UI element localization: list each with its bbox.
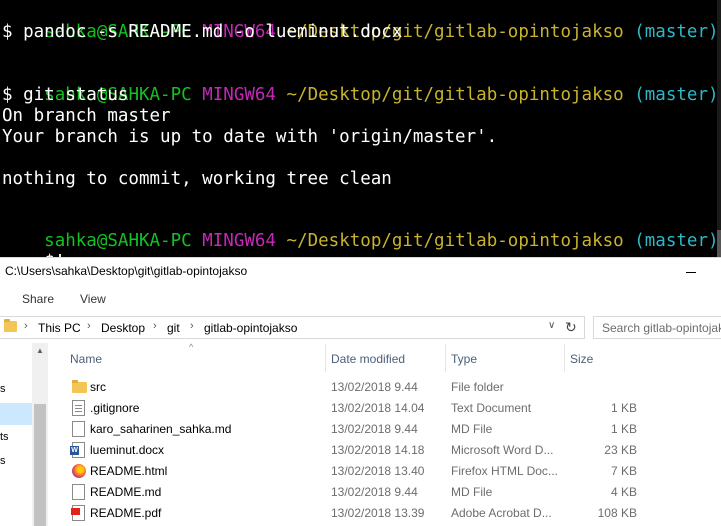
file-date: 13/02/2018 14.18 — [331, 443, 425, 457]
prompt-path: ~/Desktop/git/gitlab-opintojakso — [286, 85, 624, 105]
text-document-icon — [72, 400, 85, 416]
file-name: README.html — [90, 464, 168, 478]
firefox-html-icon — [72, 464, 86, 478]
prompt-user: sahka@SAHKA-PC — [44, 231, 192, 251]
file-date: 13/02/2018 9.44 — [331, 380, 418, 394]
file-size: 23 KB — [604, 443, 637, 457]
output-line: On branch master — [2, 106, 171, 126]
column-header-date-modified[interactable]: Date modified — [331, 352, 405, 366]
minimize-button[interactable] — [676, 262, 706, 280]
word-document-icon — [70, 442, 85, 458]
command-line: $ git status — [2, 85, 129, 105]
file-type: Microsoft Word D... — [451, 443, 554, 457]
file-row[interactable]: .gitignore 13/02/2018 14.04 Text Documen… — [68, 397, 721, 418]
file-icon — [72, 484, 85, 500]
nav-item[interactable]: ts — [0, 431, 9, 443]
file-date: 13/02/2018 9.44 — [331, 485, 418, 499]
file-name: README.md — [90, 485, 162, 499]
search-input[interactable]: Search gitlab-opintojakso — [593, 316, 721, 339]
breadcrumb-desktop[interactable]: Desktop — [101, 321, 145, 335]
column-header-size[interactable]: Size — [570, 352, 593, 366]
file-size: 4 KB — [610, 485, 637, 499]
window-title: C:\Users\sahka\Desktop\git\gitlab-opinto… — [5, 264, 248, 278]
prompt-branch: (master) — [634, 22, 719, 42]
input-line[interactable]: $ — [2, 231, 61, 257]
address-row: › This PC › Desktop › git › gitlab-opint… — [0, 316, 721, 340]
file-type: File folder — [451, 380, 504, 394]
pdf-icon — [71, 505, 85, 521]
file-row[interactable]: README.md 13/02/2018 9.44 MD File 4 KB — [68, 481, 721, 502]
file-name: README.pdf — [90, 506, 162, 520]
file-name: src — [90, 380, 106, 394]
file-size: 108 KB — [597, 506, 637, 520]
prompt-branch: (master) — [634, 85, 719, 105]
column-header-name[interactable]: Name — [70, 352, 102, 366]
file-row[interactable]: lueminut.docx 13/02/2018 14.18 Microsoft… — [68, 439, 721, 460]
file-type: Text Document — [451, 401, 532, 415]
nav-selected-item[interactable] — [0, 403, 32, 425]
file-name: .gitignore — [90, 401, 140, 415]
nav-scrollbar-thumb[interactable] — [34, 404, 46, 526]
sort-ascending-icon: ^ — [189, 342, 194, 352]
output-line: Your branch is up to date with 'origin/m… — [2, 127, 498, 147]
file-date: 13/02/2018 13.40 — [331, 464, 425, 478]
prompt-line: sahka@SAHKA-PC MINGW64 ~/Desktop/git/git… — [2, 1, 718, 42]
folder-icon — [72, 380, 87, 393]
prompt-branch: (master) — [634, 231, 719, 251]
file-type: MD File — [451, 485, 493, 499]
prompt-line: sahka@SAHKA-PC MINGW64 ~/Desktop/git/git… — [2, 64, 718, 105]
column-header-type[interactable]: Type — [451, 352, 477, 366]
ribbon-tabs: Share View — [0, 284, 721, 310]
file-explorer-window: C:\Users\sahka\Desktop\git\gitlab-opinto… — [0, 257, 721, 526]
file-date: 13/02/2018 13.39 — [331, 506, 425, 520]
tab-view[interactable]: View — [80, 292, 106, 306]
terminal-window[interactable]: sahka@SAHKA-PC MINGW64 ~/Desktop/git/git… — [0, 0, 721, 257]
terminal-scrollbar-thumb[interactable] — [717, 230, 721, 257]
file-date: 13/02/2018 14.04 — [331, 401, 425, 415]
file-size: 1 KB — [610, 401, 637, 415]
column-divider[interactable] — [325, 344, 326, 372]
breadcrumb-gitlab-opintojakso[interactable]: gitlab-opintojakso — [204, 321, 297, 335]
nav-scrollbar[interactable]: ▲ — [32, 343, 48, 526]
nav-item[interactable]: s — [0, 455, 6, 467]
file-row[interactable]: karo_saharinen_sahka.md 13/02/2018 9.44 … — [68, 418, 721, 439]
search-placeholder: Search gitlab-opintojakso — [602, 321, 721, 335]
navigation-pane[interactable]: s ts s ▲ — [0, 343, 48, 526]
file-size: 7 KB — [610, 464, 637, 478]
prompt-system: MINGW64 — [202, 231, 276, 251]
refresh-icon[interactable]: ↻ — [565, 319, 577, 336]
title-bar[interactable]: C:\Users\sahka\Desktop\git\gitlab-opinto… — [0, 258, 721, 284]
chevron-right-icon[interactable]: › — [190, 320, 194, 332]
chevron-right-icon[interactable]: › — [87, 320, 91, 332]
prompt-path: ~/Desktop/git/gitlab-opintojakso — [286, 231, 624, 251]
scroll-up-arrow-icon[interactable]: ▲ — [32, 343, 48, 359]
file-size: 1 KB — [610, 422, 637, 436]
folder-icon — [4, 319, 17, 332]
file-row[interactable]: README.pdf 13/02/2018 13.39 Adobe Acroba… — [68, 502, 721, 523]
address-bar[interactable]: › This PC › Desktop › git › gitlab-opint… — [0, 316, 585, 339]
file-icon — [72, 421, 85, 437]
breadcrumb-this-pc[interactable]: This PC — [38, 321, 81, 335]
chevron-down-icon[interactable]: ∨ — [548, 320, 555, 331]
tab-share[interactable]: Share — [22, 292, 54, 306]
nav-item[interactable]: s — [0, 383, 6, 395]
output-line: nothing to commit, working tree clean — [2, 169, 392, 189]
file-type: Adobe Acrobat D... — [451, 506, 552, 520]
file-type: MD File — [451, 422, 493, 436]
command-line: $ pandoc -s README.md -o lueminut.docx — [2, 22, 403, 42]
file-name: lueminut.docx — [90, 443, 165, 457]
column-divider[interactable] — [564, 344, 565, 372]
column-divider[interactable] — [445, 344, 446, 372]
file-name: karo_saharinen_sahka.md — [90, 422, 232, 436]
terminal-scrollbar[interactable] — [717, 0, 721, 257]
file-row[interactable]: src 13/02/2018 9.44 File folder — [68, 376, 721, 397]
prompt-line: sahka@SAHKA-PC MINGW64 ~/Desktop/git/git… — [2, 210, 718, 251]
chevron-right-icon[interactable]: › — [153, 320, 157, 332]
prompt-system: MINGW64 — [202, 85, 276, 105]
file-row[interactable]: README.html 13/02/2018 13.40 Firefox HTM… — [68, 460, 721, 481]
chevron-right-icon[interactable]: › — [24, 320, 28, 332]
breadcrumb-git[interactable]: git — [167, 321, 180, 335]
file-type: Firefox HTML Doc... — [451, 464, 558, 478]
file-date: 13/02/2018 9.44 — [331, 422, 418, 436]
